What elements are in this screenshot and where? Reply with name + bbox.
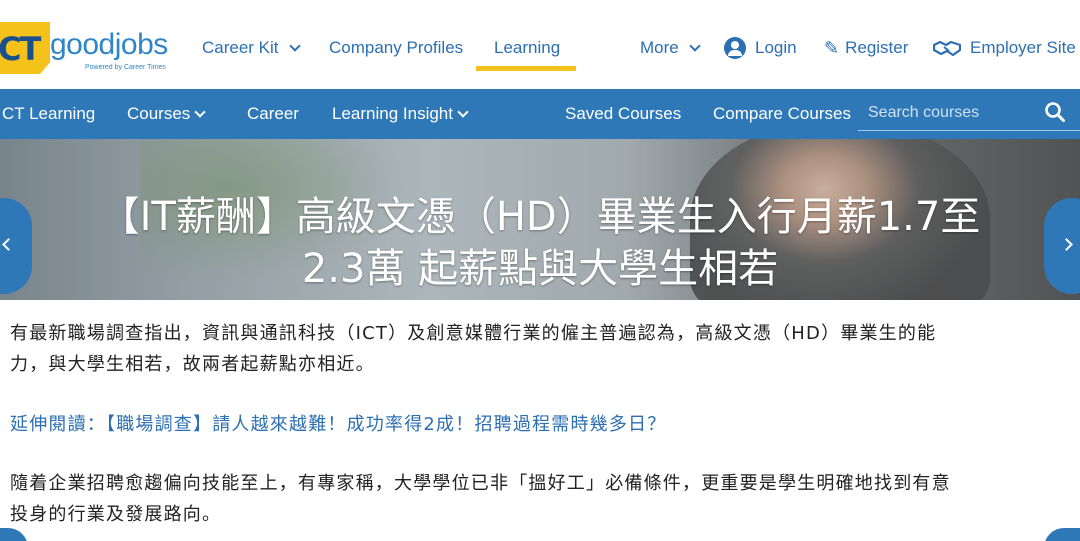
article-title-line-1: 【IT薪酬】高級文憑（HD）畢業生入行月薪1.7至 [99,194,981,240]
logo-goodjobs-text: goodjobs [50,28,168,61]
course-search [858,97,1080,131]
paragraph-line: 投身的行業及發展路向。 [10,504,222,525]
subnav-saved-courses[interactable]: Saved Courses [565,104,681,124]
search-icon[interactable] [1044,101,1066,123]
chevron-left-icon [2,238,15,251]
chevron-down-icon [689,39,701,52]
article-hero-banner: 【IT薪酬】高級文憑（HD）畢業生入行月薪1.7至 2.3萬 起薪點與大學生相若 [0,139,1080,300]
article-paragraph: 有最新職場調查指出，資訊與通訊科技（ICT）及創意媒體行業的僱主普遍認為，高級文… [10,318,1070,380]
nav-career-kit[interactable]: Career Kit [202,36,301,60]
ctgoodjobs-logo[interactable]: CT goodjobs Powered by Career Times [0,20,175,76]
paragraph-line: 隨着企業招聘愈趨偏向技能至上，有專家稱，大學學位已非「搵好工」必備條件，更重要是… [10,473,951,494]
related-article-link[interactable]: 延伸閱讀：【職場調查】請人越來越難！成功率得2成！招聘過程需時幾多日？ [10,409,1070,440]
logo-tagline: Powered by Career Times [85,64,166,71]
nav-company-profiles[interactable]: Company Profiles [329,36,463,60]
chevron-down-icon [457,105,469,118]
ct-logo-mark: CT [0,22,50,74]
subnav-learning-insight-label: Learning Insight [332,104,453,123]
subnav-saved-courses-label: Saved Courses [565,104,682,123]
nav-employer-site[interactable]: Employer Site [933,36,1076,60]
subnav-compare-courses[interactable]: Compare Courses [713,104,851,124]
pencil-icon: ✎ [824,37,840,58]
subnav-compare-courses-label: Compare Courses [713,104,851,123]
article-paragraph: 隨着企業招聘愈趨偏向技能至上，有專家稱，大學學位已非「搵好工」必備條件，更重要是… [10,468,1070,530]
logo-ct-text: CT [0,30,41,68]
nav-company-profiles-label: Company Profiles [329,38,464,57]
active-tab-indicator [476,66,576,71]
top-header: CT goodjobs Powered by Career Times Care… [0,0,1080,89]
subnav-courses[interactable]: Courses [127,104,206,124]
subnav-learning-insight[interactable]: Learning Insight [332,104,469,124]
handshake-icon [933,40,961,57]
nav-career-kit-label: Career Kit [202,38,279,57]
nav-learning-label: Learning [494,38,561,57]
nav-login-label: Login [755,38,797,57]
learning-subnav: CT Learning Courses Career Learning Insi… [0,89,1080,139]
subnav-career-label: Career [247,104,299,123]
user-icon [724,37,746,59]
nav-employer-site-label: Employer Site [970,38,1076,57]
nav-learning[interactable]: Learning [494,36,560,60]
paragraph-line: 有最新職場調查指出，資訊與通訊科技（ICT）及創意媒體行業的僱主普遍認為，高級文… [10,323,937,344]
nav-more[interactable]: More [640,36,701,60]
next-article-button[interactable] [1044,198,1080,294]
subnav-ct-learning-label: CT Learning [2,104,96,123]
subnav-courses-label: Courses [127,104,191,123]
chevron-down-icon [194,105,206,118]
article-title-line-2: 2.3萬 起薪點與大學生相若 [301,246,779,292]
nav-more-label: More [640,38,679,57]
nav-register-label: Register [845,38,909,57]
chevron-right-icon [1060,238,1073,251]
previous-article-button[interactable] [0,198,32,294]
paragraph-line: 力，與大學生相若，故兩者起薪點亦相近。 [10,354,375,375]
chevron-down-icon [288,39,301,52]
subnav-career[interactable]: Career [247,104,299,124]
nav-login[interactable]: Login [724,36,797,60]
nav-register[interactable]: ✎ Register [824,36,908,60]
subnav-ct-learning[interactable]: CT Learning [2,104,95,124]
search-input[interactable] [868,102,1038,124]
